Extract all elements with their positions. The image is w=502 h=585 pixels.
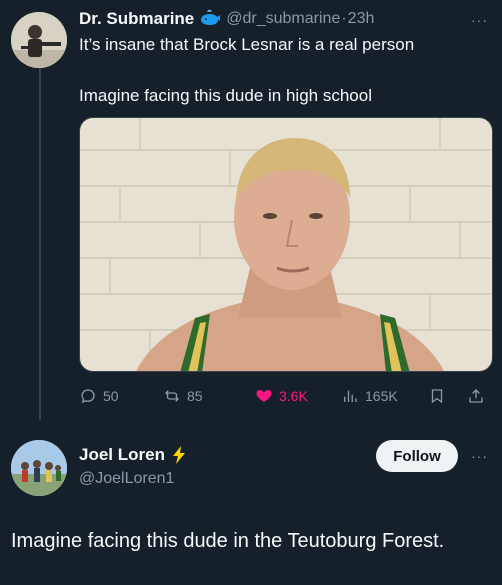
reply-author-handle[interactable]: @JoelLoren1 (79, 470, 174, 488)
views-count: 165K (365, 388, 398, 404)
heart-icon (256, 390, 272, 402)
whale-badge-icon (199, 10, 221, 28)
bookmark-button[interactable] (428, 384, 446, 408)
follow-button[interactable]: Follow (376, 440, 458, 472)
author-avatar[interactable] (11, 12, 67, 68)
tweet-media-image[interactable] (79, 117, 493, 372)
share-button[interactable] (467, 384, 485, 408)
reply-author-name[interactable]: Joel Loren (79, 445, 165, 465)
tweet-text-line-2: Imagine facing this dude in high school (79, 86, 372, 105)
tweet-text-line-1: It’s insane that Brock Lesnar is a real … (79, 35, 415, 54)
reply-more-options-button[interactable]: ··· (471, 448, 488, 464)
more-options-button[interactable]: ··· (471, 12, 488, 28)
author-name[interactable]: Dr. Submarine (79, 9, 194, 29)
share-icon (469, 389, 483, 403)
tweet-action-bar: 50 85 3.6K 165K (79, 384, 493, 408)
separator-dot: · (341, 10, 347, 27)
repost-icon (165, 390, 179, 402)
reply-icon (81, 389, 95, 404)
like-count: 3.6K (279, 388, 308, 404)
reply-author-avatar[interactable] (11, 440, 67, 496)
views-icon (344, 390, 357, 402)
views-button[interactable]: 165K (341, 384, 398, 408)
tweet-time[interactable]: 23h (348, 10, 375, 28)
reply-count: 50 (103, 388, 119, 404)
lightning-icon (171, 445, 187, 465)
bookmark-icon (431, 389, 443, 404)
author-handle[interactable]: @dr_submarine (226, 10, 340, 28)
thread-line (39, 68, 41, 420)
repost-button[interactable]: 85 (163, 384, 203, 408)
reply-button[interactable]: 50 (79, 384, 119, 408)
reply-text: Imagine facing this dude in the Teutobur… (11, 530, 445, 552)
repost-count: 85 (187, 388, 203, 404)
like-button[interactable]: 3.6K (255, 384, 308, 408)
